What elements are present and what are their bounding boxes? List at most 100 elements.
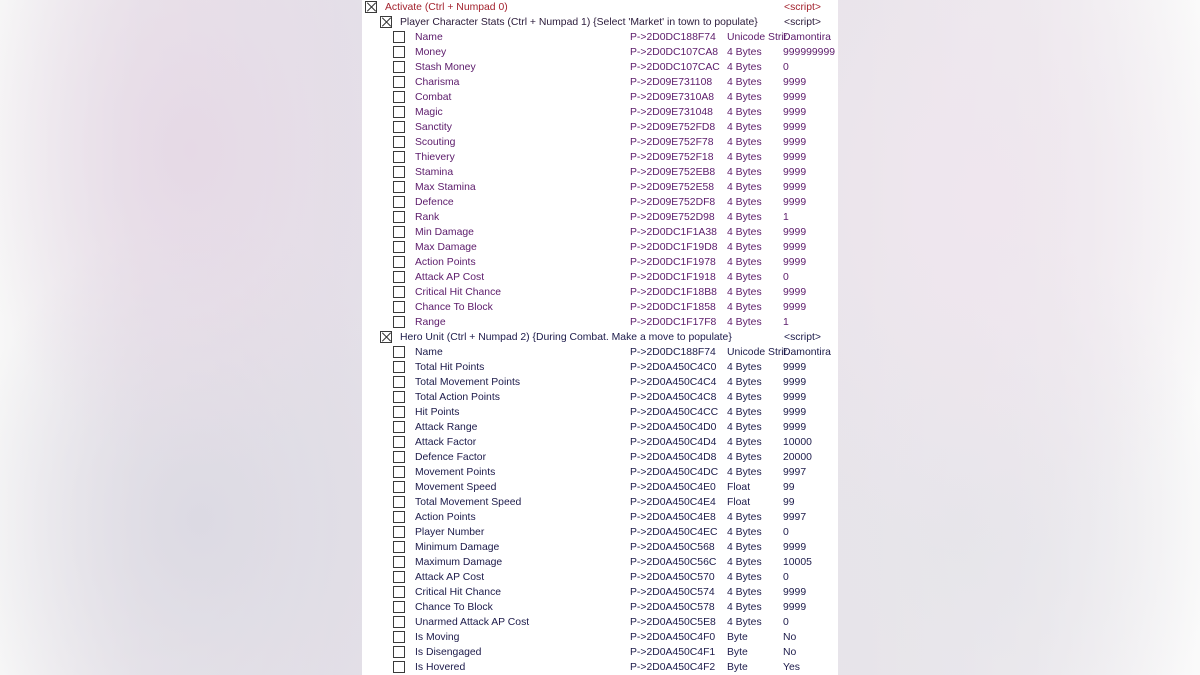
active-checkbox[interactable]	[393, 436, 405, 448]
active-checkbox[interactable]	[393, 196, 405, 208]
active-checkbox[interactable]	[393, 391, 405, 403]
active-checkbox[interactable]	[393, 301, 405, 313]
table-row[interactable]: Attack Factor P->2D0A450C4D4 4 Bytes 10000	[362, 435, 838, 450]
entry-value[interactable]: 0	[783, 60, 789, 75]
entry-value[interactable]: 9999	[783, 420, 806, 435]
table-row[interactable]: Total Hit Points P->2D0A450C4C0 4 Bytes 999…	[362, 360, 838, 375]
table-row[interactable]: Total Movement Points P->2D0A450C4C4 4 Byt…	[362, 375, 838, 390]
active-checkbox[interactable]	[393, 61, 405, 73]
entry-value[interactable]: 0	[783, 615, 789, 630]
entry-value[interactable]: 0	[783, 570, 789, 585]
table-row[interactable]: Player Number P->2D0A450C4EC 4 Bytes 0	[362, 525, 838, 540]
table-row[interactable]: Chance To Block P->2D0DC1F1858 4 Bytes 9999	[362, 300, 838, 315]
entry-value[interactable]: 9999	[783, 195, 806, 210]
active-checkbox[interactable]	[393, 151, 405, 163]
table-row[interactable]: Maximum Damage P->2D0A450C56C 4 Bytes 10005	[362, 555, 838, 570]
table-row[interactable]: Total Action Points P->2D0A450C4C8 4 Bytes…	[362, 390, 838, 405]
table-row[interactable]: Minimum Damage P->2D0A450C568 4 Bytes 9999	[362, 540, 838, 555]
active-checkbox[interactable]	[393, 451, 405, 463]
active-checkbox[interactable]	[393, 526, 405, 538]
active-checkbox[interactable]	[393, 541, 405, 553]
entry-value[interactable]: 9999	[783, 90, 806, 105]
active-checkbox[interactable]	[393, 631, 405, 643]
table-row[interactable]: Combat P->2D09E7310A8 4 Bytes 9999	[362, 90, 838, 105]
active-checkbox[interactable]	[393, 571, 405, 583]
active-checkbox[interactable]	[393, 46, 405, 58]
table-row[interactable]: Name P->2D0DC188F74 Unicode Strir Damontira	[362, 345, 838, 360]
active-checkbox[interactable]	[393, 346, 405, 358]
active-checkbox[interactable]	[393, 91, 405, 103]
entry-value[interactable]: 9999	[783, 120, 806, 135]
table-row[interactable]: Max Stamina P->2D09E752E58 4 Bytes 9999	[362, 180, 838, 195]
table-row[interactable]: Max Damage P->2D0DC1F19D8 4 Bytes 9999	[362, 240, 838, 255]
entry-value[interactable]: 1	[783, 315, 789, 330]
table-row[interactable]: Is Moving P->2D0A450C4F0 Byte No	[362, 630, 838, 645]
table-row[interactable]: Thievery P->2D09E752F18 4 Bytes 9999	[362, 150, 838, 165]
active-checkbox[interactable]	[393, 376, 405, 388]
active-checkbox[interactable]	[393, 31, 405, 43]
entry-value[interactable]: 9999	[783, 600, 806, 615]
entry-value[interactable]: 99	[783, 495, 795, 510]
group-header-hero-unit[interactable]: Hero Unit (Ctrl + Numpad 2) {During Comb…	[362, 330, 838, 345]
entry-value[interactable]: 9999	[783, 255, 806, 270]
entry-value[interactable]: Damontira	[783, 30, 831, 45]
entry-value[interactable]: 9999	[783, 75, 806, 90]
table-row[interactable]: Critical Hit Chance P->2D0DC1F18B8 4 Bytes…	[362, 285, 838, 300]
entry-value[interactable]: 9999	[783, 240, 806, 255]
entry-value[interactable]: 9999	[783, 300, 806, 315]
entry-value[interactable]: 9999	[783, 285, 806, 300]
active-checkbox[interactable]	[393, 241, 405, 253]
active-checkbox[interactable]	[393, 211, 405, 223]
table-row[interactable]: Attack Range P->2D0A450C4D0 4 Bytes 9999	[362, 420, 838, 435]
table-row[interactable]: Chance To Block P->2D0A450C578 4 Bytes 9999	[362, 600, 838, 615]
entry-value[interactable]: 0	[783, 525, 789, 540]
activate-checkbox[interactable]	[365, 1, 377, 13]
entry-value[interactable]: 10005	[783, 555, 812, 570]
entry-value[interactable]: 9997	[783, 510, 806, 525]
active-checkbox[interactable]	[393, 76, 405, 88]
entry-value[interactable]: 0	[783, 270, 789, 285]
entry-value[interactable]: 9999	[783, 390, 806, 405]
active-checkbox[interactable]	[393, 286, 405, 298]
active-checkbox[interactable]	[393, 421, 405, 433]
entry-value[interactable]: 20000	[783, 450, 812, 465]
group-header-player-character-stats[interactable]: Player Character Stats (Ctrl + Numpad 1)…	[362, 15, 838, 30]
entry-value[interactable]: Damontira	[783, 345, 831, 360]
entry-value[interactable]: 1	[783, 210, 789, 225]
active-checkbox[interactable]	[393, 601, 405, 613]
table-row[interactable]: Action Points P->2D0DC1F1978 4 Bytes 9999	[362, 255, 838, 270]
table-row[interactable]: Attack AP Cost P->2D0DC1F1918 4 Bytes 0	[362, 270, 838, 285]
table-row[interactable]: Action Points P->2D0A450C4E8 4 Bytes 9997	[362, 510, 838, 525]
table-row[interactable]: Min Damage P->2D0DC1F1A38 4 Bytes 9999	[362, 225, 838, 240]
table-row[interactable]: Critical Hit Chance P->2D0A450C574 4 Bytes…	[362, 585, 838, 600]
table-row[interactable]: Is Hovered P->2D0A450C4F2 Byte Yes	[362, 660, 838, 675]
active-checkbox[interactable]	[393, 271, 405, 283]
table-row[interactable]: Movement Points P->2D0A450C4DC 4 Bytes 9997	[362, 465, 838, 480]
active-checkbox[interactable]	[393, 166, 405, 178]
entry-value[interactable]: 9999	[783, 105, 806, 120]
table-row[interactable]: Scouting P->2D09E752F78 4 Bytes 9999	[362, 135, 838, 150]
entry-value[interactable]: No	[783, 645, 796, 660]
entry-value[interactable]: 9999	[783, 360, 806, 375]
active-checkbox[interactable]	[393, 616, 405, 628]
entry-value[interactable]: 10000	[783, 435, 812, 450]
table-row[interactable]: Sanctity P->2D09E752FD8 4 Bytes 9999	[362, 120, 838, 135]
active-checkbox[interactable]	[393, 361, 405, 373]
table-row[interactable]: Range P->2D0DC1F17F8 4 Bytes 1	[362, 315, 838, 330]
active-checkbox[interactable]	[393, 181, 405, 193]
root-entry-activate[interactable]: Activate (Ctrl + Numpad 0) <script>	[362, 0, 838, 15]
table-row[interactable]: Total Movement Speed P->2D0A450C4E4 Float 9…	[362, 495, 838, 510]
entry-value[interactable]: 9997	[783, 465, 806, 480]
active-checkbox[interactable]	[393, 646, 405, 658]
entry-value[interactable]: 9999	[783, 540, 806, 555]
table-row[interactable]: Magic P->2D09E731048 4 Bytes 9999	[362, 105, 838, 120]
table-row[interactable]: Stamina P->2D09E752EB8 4 Bytes 9999	[362, 165, 838, 180]
table-row[interactable]: Is Disengaged P->2D0A450C4F1 Byte No	[362, 645, 838, 660]
active-checkbox[interactable]	[393, 496, 405, 508]
active-checkbox[interactable]	[393, 661, 405, 673]
entry-value[interactable]: 9999	[783, 150, 806, 165]
active-checkbox[interactable]	[393, 586, 405, 598]
entry-value[interactable]: 999999999	[783, 45, 835, 60]
table-row[interactable]: Charisma P->2D09E731108 4 Bytes 9999	[362, 75, 838, 90]
entry-value[interactable]: 9999	[783, 405, 806, 420]
